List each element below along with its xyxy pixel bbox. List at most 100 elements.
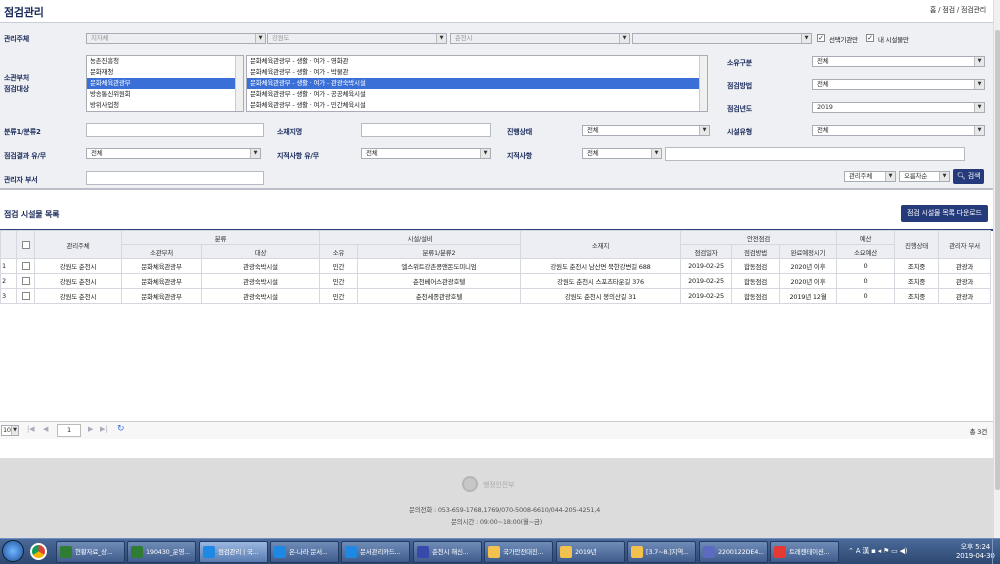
search-icon: 🔍︎: [957, 172, 966, 180]
result-select[interactable]: 전체 ▼: [86, 148, 261, 159]
col-dept[interactable]: 소관부처: [121, 244, 202, 259]
manager-select-org[interactable]: ▼: [632, 33, 812, 44]
table-row[interactable]: 3 강원도 춘천시 문화체육관광부 관광숙박시설 민간 춘천세종관광호텔 강원도 춘천시 봉…: [0, 288, 992, 304]
taskbar-item[interactable]: 문서관리카드...: [341, 541, 410, 563]
manager-dept-input[interactable]: [86, 171, 264, 185]
col-addr[interactable]: 소재지: [520, 230, 681, 259]
target-option[interactable]: 문화체육관광부 - 생활 · 여가 - 민간체육시설: [247, 100, 707, 111]
issue-item-input[interactable]: [665, 147, 965, 161]
facility-type-select[interactable]: 전체 ▼: [812, 125, 985, 136]
year-select[interactable]: 2019 ▼: [812, 102, 985, 113]
manager-select-province[interactable]: 강원도 ▼: [267, 33, 447, 44]
dept-option[interactable]: 문화재청: [87, 67, 243, 78]
col-date[interactable]: 점검일자: [680, 244, 732, 259]
manager-select-type[interactable]: 지자체 ▼: [86, 33, 266, 44]
taskbar-item[interactable]: 점검관리 | 국...: [199, 541, 268, 563]
taskbar-item[interactable]: 트래젠테이션...: [770, 541, 839, 563]
col-group-safety: 안전점검: [679, 230, 838, 245]
show-desktop-button[interactable]: [992, 539, 1000, 564]
sort-order-select[interactable]: 오름차순 ▼: [899, 171, 950, 182]
row-checkbox[interactable]: [21, 262, 30, 270]
target-listbox[interactable]: 문화체육관광부 - 생활 · 여가 - 영화관 문화체육관광부 - 생활 · 여가…: [246, 55, 708, 112]
next-page-icon[interactable]: ▶: [88, 425, 93, 433]
chevron-down-icon: ▼: [619, 34, 629, 43]
scrollbar[interactable]: [235, 56, 243, 111]
facility-type-label: 시설유형: [727, 128, 752, 136]
row-checkbox-cell[interactable]: [16, 273, 35, 289]
first-page-icon[interactable]: |◀: [27, 425, 35, 433]
cell-method: 합동점검: [731, 288, 780, 304]
refresh-icon[interactable]: ↻: [117, 424, 125, 434]
manager-dept-label: 관리자 부서: [4, 176, 38, 184]
selected-only-checkbox[interactable]: ✓: [817, 34, 825, 42]
col-own[interactable]: 소유: [319, 244, 358, 259]
download-list-button[interactable]: 점검 시설물 목록 다운로드: [901, 205, 988, 222]
page-size-select[interactable]: 10 ▼: [1, 425, 19, 436]
col-mgr-dept[interactable]: 관리자 부서: [938, 230, 992, 259]
chrome-icon[interactable]: [30, 543, 47, 560]
last-page-icon[interactable]: ▶|: [100, 425, 108, 433]
page-number-input[interactable]: 1: [57, 424, 81, 437]
taskbar-item[interactable]: [3.7~8.]지역...: [627, 541, 696, 563]
start-button[interactable]: [2, 540, 24, 562]
manager-select-city[interactable]: 춘천시 ▼: [450, 33, 630, 44]
target-option[interactable]: 문화체육관광부 - 생활 · 여가 - 영화관: [247, 56, 707, 67]
category-input[interactable]: [86, 123, 264, 137]
address-input[interactable]: [361, 123, 491, 137]
cell-mgr_dept: 관광과: [938, 258, 992, 274]
scrollbar-thumb[interactable]: [995, 30, 1000, 490]
method-select[interactable]: 전체 ▼: [812, 79, 985, 90]
own-select[interactable]: 전체 ▼: [812, 56, 985, 67]
row-checkbox-cell[interactable]: [16, 288, 35, 304]
own-label: 소유구분: [727, 59, 752, 67]
col-method[interactable]: 점검방법: [731, 244, 780, 259]
target-option[interactable]: 문화체육관광부 - 생활 · 여가 - 박물관: [247, 67, 707, 78]
table-row[interactable]: 1 강원도 춘천시 문화체육관광부 관광숙박시설 민간 엘스위트강촌콩앤돈도미니엄 강원도 …: [0, 258, 992, 274]
col-cat12[interactable]: 분류1/분류2: [357, 244, 521, 259]
target-option[interactable]: 문화체육관광부 - 생활 · 여가 - 관광숙박시설: [247, 78, 707, 89]
taskbar-item[interactable]: 온-나라 문서...: [270, 541, 339, 563]
col-budget[interactable]: 소요예산: [836, 244, 896, 259]
col-group-budget: 예산: [836, 230, 896, 245]
page-scrollbar[interactable]: [993, 0, 1000, 538]
dept-option[interactable]: 농촌진흥청: [87, 56, 243, 67]
col-target[interactable]: 대상: [201, 244, 320, 259]
search-filter-panel: 관리주체 지자체 ▼ 강원도 ▼ 춘천시 ▼ ▼ ✓ 선택기관만 ✓ 내 시설물만 소…: [0, 22, 993, 190]
col-check[interactable]: [16, 230, 35, 259]
dept-listbox[interactable]: 농촌진흥청 문화재청 문화체육관광부 방송통신위원회 방위사업청: [86, 55, 244, 112]
cell-due: 2020년 이후: [778, 273, 838, 289]
taskbar-item[interactable]: 현황자료_상...: [56, 541, 125, 563]
issue-select[interactable]: 전체 ▼: [361, 148, 491, 159]
col-manager[interactable]: 관리주체: [34, 230, 122, 259]
row-checkbox-cell[interactable]: [16, 258, 35, 274]
progress-label: 진행상태: [507, 128, 532, 136]
row-checkbox[interactable]: [21, 277, 30, 285]
taskbar-item[interactable]: 국가안전대진...: [484, 541, 553, 563]
select-all-checkbox[interactable]: [21, 240, 30, 249]
scrollbar[interactable]: [699, 56, 707, 111]
facility-table: 관리주체 분류 시설/설비 소재지 안전점검 예산 진행상태 관리자 부서 소관…: [0, 230, 992, 304]
prev-page-icon[interactable]: ◀: [43, 425, 48, 433]
taskbar-item[interactable]: 2200122DE4...: [699, 541, 768, 563]
col-progress[interactable]: 진행상태: [894, 230, 940, 259]
taskbar-item[interactable]: 춘천시 해신...: [413, 541, 482, 563]
cell-addr: 강원도 춘천시 남산면 북한강변길 688: [520, 258, 681, 274]
taskbar-item[interactable]: 2019년: [556, 541, 625, 563]
col-due[interactable]: 완료예정시기: [778, 244, 838, 259]
table-row[interactable]: 2 강원도 춘천시 문화체육관광부 관광숙박시설 민간 춘천베어스관광호텔 강원도 춘천시 …: [0, 273, 992, 289]
progress-select[interactable]: 전체 ▼: [582, 125, 710, 136]
taskbar-item-label: [3.7~8.]지역...: [646, 548, 689, 556]
dept-option[interactable]: 방위사업청: [87, 100, 243, 111]
my-facility-checkbox[interactable]: ✓: [866, 34, 874, 42]
target-option[interactable]: 문화체육관광부 - 생활 · 여가 - 공공체육시설: [247, 89, 707, 100]
search-button[interactable]: 🔍︎ 검색: [953, 169, 985, 184]
clock[interactable]: 오후 5:24 2019-04-30: [956, 543, 995, 561]
dept-option[interactable]: 방송통신위원회: [87, 89, 243, 100]
row-checkbox[interactable]: [21, 292, 30, 300]
tray-icons[interactable]: ⌃ A 漢 ▪ ◂ ⚑ ▭ ◀︎): [848, 546, 907, 556]
dept-option[interactable]: 문화체육관광부: [87, 78, 243, 89]
issue-item-select[interactable]: 전체 ▼: [582, 148, 662, 159]
ministry-logo-icon: [462, 476, 478, 492]
taskbar-item[interactable]: 190430_운영...: [127, 541, 196, 563]
sort-field-select[interactable]: 관리주체 ▼: [844, 171, 896, 182]
